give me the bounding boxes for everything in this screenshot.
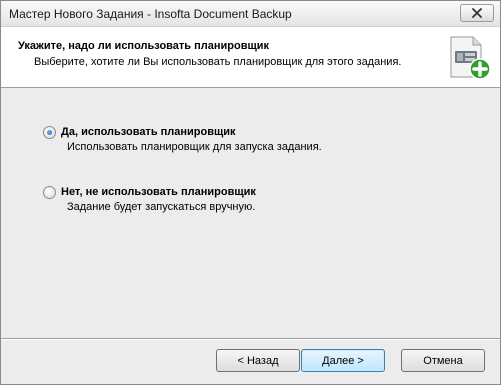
wizard-header: Укажите, надо ли использовать планировщи… bbox=[1, 27, 500, 88]
back-button[interactable]: < Назад bbox=[216, 349, 300, 372]
radio-use-scheduler[interactable] bbox=[43, 126, 56, 139]
cancel-button[interactable]: Отмена bbox=[401, 349, 485, 372]
title-bar: Мастер Нового Задания - Insofta Document… bbox=[1, 1, 500, 27]
wizard-window: Мастер Нового Задания - Insofta Document… bbox=[0, 0, 501, 385]
header-subtitle: Выберите, хотите ли Вы использовать план… bbox=[34, 56, 402, 68]
radio-no-scheduler[interactable] bbox=[43, 186, 56, 199]
window-title: Мастер Нового Задания - Insofta Document… bbox=[9, 7, 292, 21]
close-button[interactable] bbox=[460, 4, 494, 22]
task-add-icon bbox=[450, 36, 491, 80]
option-label[interactable]: Нет, не использовать планировщик bbox=[61, 186, 256, 198]
header-title: Укажите, надо ли использовать планировщи… bbox=[18, 40, 270, 52]
option-label[interactable]: Да, использовать планировщик bbox=[61, 126, 236, 138]
next-button[interactable]: Далее > bbox=[301, 349, 385, 372]
option-description: Задание будет запускаться вручную. bbox=[67, 201, 256, 213]
close-icon bbox=[472, 8, 482, 18]
option-description: Использовать планировщик для запуска зад… bbox=[67, 141, 322, 153]
footer-divider bbox=[1, 338, 500, 340]
